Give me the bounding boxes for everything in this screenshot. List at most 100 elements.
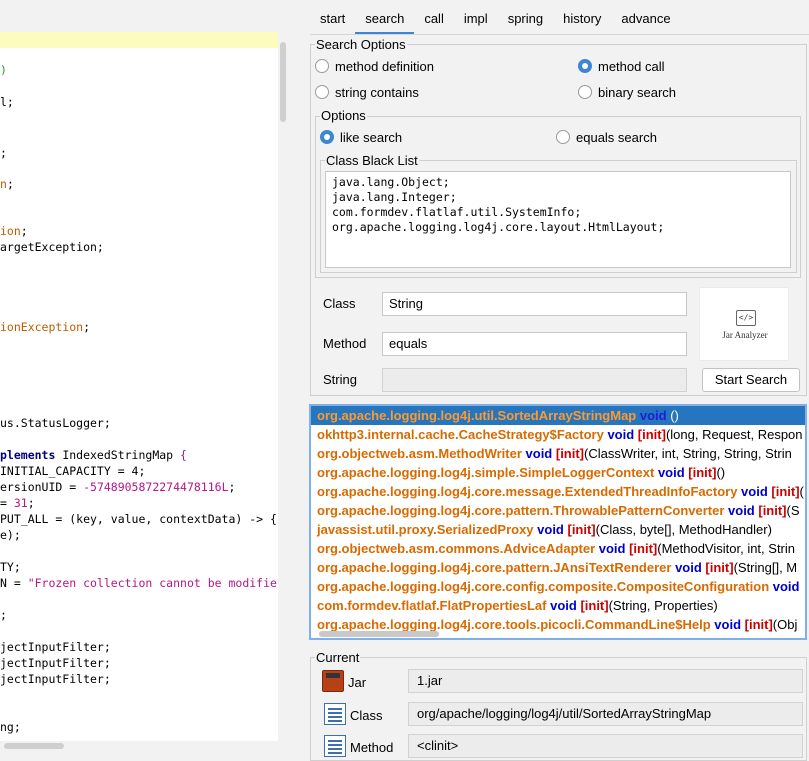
radio-binary-search[interactable]: binary search bbox=[578, 83, 676, 101]
result-row[interactable]: org.apache.logging.log4j.core.pattern.JA… bbox=[311, 558, 805, 577]
result-cls: org.apache.logging.log4j.core.config.com… bbox=[317, 579, 770, 594]
code-token: = bbox=[0, 496, 14, 510]
code-token: 31 bbox=[13, 496, 28, 510]
radio-circle-selected[interactable] bbox=[320, 130, 334, 144]
result-method: [init] bbox=[767, 484, 800, 499]
code-line: jectInputFilter; bbox=[0, 655, 111, 671]
main-tabs: start search call impl spring history ad… bbox=[310, 0, 681, 34]
radio-method-call[interactable]: method call bbox=[578, 57, 664, 75]
code-token: "Frozen collection cannot be modifie bbox=[27, 576, 277, 590]
tab-spring[interactable]: spring bbox=[498, 0, 553, 34]
code-horizontal-scrollbar[interactable] bbox=[0, 741, 278, 751]
code-line: ) bbox=[0, 62, 7, 78]
code-line: ion; bbox=[0, 223, 28, 239]
current-class-field[interactable]: org/apache/logging/log4j/util/SortedArra… bbox=[408, 702, 803, 726]
radio-method-definition[interactable]: method definition bbox=[315, 57, 434, 75]
code-token: ng; bbox=[0, 720, 21, 734]
code-token: ) bbox=[0, 63, 7, 77]
class-input[interactable]: String bbox=[382, 292, 687, 316]
result-ret: void bbox=[521, 446, 553, 461]
code-vertical-scrollbar[interactable] bbox=[278, 32, 288, 741]
tab-history[interactable]: history bbox=[553, 0, 611, 34]
result-args: (long, Request, Respon bbox=[665, 427, 803, 442]
result-row[interactable]: org.apache.logging.log4j.core.message.Ex… bbox=[311, 482, 805, 501]
result-cls: org.apache.logging.log4j.core.pattern.Th… bbox=[317, 503, 725, 518]
tab-start[interactable]: start bbox=[310, 0, 355, 34]
results-list[interactable]: org.apache.logging.log4j.util.SortedArra… bbox=[309, 404, 807, 640]
black-list-textarea[interactable]: java.lang.Object; java.lang.Integer; com… bbox=[325, 171, 791, 268]
code-token: ; bbox=[27, 496, 35, 510]
current-jar-field[interactable]: 1.jar bbox=[408, 669, 803, 693]
tab-impl[interactable]: impl bbox=[454, 0, 498, 34]
scrollbar-thumb[interactable] bbox=[280, 42, 286, 122]
radio-circle-selected[interactable] bbox=[578, 59, 592, 73]
result-row[interactable]: org.objectweb.asm.commons.AdviceAdapter … bbox=[311, 539, 805, 558]
code-line: jectInputFilter; bbox=[0, 639, 111, 655]
code-token: ersionUID = bbox=[0, 480, 84, 494]
tab-search[interactable]: search bbox=[355, 0, 415, 34]
radio-circle[interactable] bbox=[556, 130, 570, 144]
result-args: () bbox=[666, 408, 679, 423]
code-line: ersionUID = -5748905872274478116L; bbox=[0, 479, 235, 495]
radio-circle[interactable] bbox=[315, 85, 329, 99]
jar-analyzer-logo: </> Jar Analyzer bbox=[699, 287, 789, 361]
results-horizontal-scrollbar[interactable] bbox=[309, 629, 807, 639]
result-row[interactable]: org.objectweb.asm.MethodWriter void [ini… bbox=[311, 444, 805, 463]
code-line: ionException; bbox=[0, 319, 90, 335]
result-row[interactable]: okhttp3.internal.cache.CacheStrategy$Fac… bbox=[311, 425, 805, 444]
code-token: ; bbox=[6, 177, 14, 191]
radio-like-search[interactable]: like search bbox=[320, 128, 402, 146]
result-ret: void bbox=[636, 408, 667, 423]
result-cls: org.apache.logging.log4j.core.message.Ex… bbox=[317, 484, 738, 499]
code-view[interactable]: ) l;; n; ion; argetException; ionException; us… bbox=[0, 32, 278, 741]
result-cls: org.apache.logging.log4j.util.SortedArra… bbox=[317, 408, 637, 423]
scrollbar-thumb[interactable] bbox=[319, 631, 439, 637]
result-ret: void bbox=[546, 598, 577, 613]
radio-equals-search[interactable]: equals search bbox=[556, 128, 657, 146]
code-line: = 31; bbox=[0, 495, 35, 511]
string-input[interactable] bbox=[382, 368, 687, 392]
radio-circle[interactable] bbox=[315, 59, 329, 73]
code-line: jectInputFilter; bbox=[0, 671, 111, 687]
result-row[interactable]: org.apache.logging.log4j.core.pattern.Th… bbox=[311, 501, 805, 520]
radio-label: like search bbox=[340, 129, 403, 145]
result-method: [init] bbox=[701, 560, 734, 575]
result-ret: void bbox=[671, 560, 702, 575]
result-row[interactable]: org.apache.logging.log4j.core.config.com… bbox=[311, 577, 805, 596]
result-cls: org.objectweb.asm.commons.AdviceAdapter bbox=[317, 541, 596, 556]
result-ret: void bbox=[595, 541, 626, 556]
radio-string-contains[interactable]: string contains bbox=[315, 83, 419, 101]
start-search-button[interactable]: Start Search bbox=[702, 368, 800, 392]
class-file-icon bbox=[324, 703, 346, 725]
current-method-field[interactable]: <clinit> bbox=[408, 734, 803, 758]
result-row[interactable]: org.apache.logging.log4j.simple.SimpleLo… bbox=[311, 463, 805, 482]
code-editor-panel: ) l;; n; ion; argetException; ionException; us… bbox=[0, 0, 290, 761]
jar-icon bbox=[322, 670, 344, 692]
result-args: () bbox=[716, 465, 726, 480]
code-token: plements bbox=[0, 448, 56, 462]
result-row[interactable]: javassist.util.proxy.SerializedProxy voi… bbox=[311, 520, 805, 539]
current-jar-label: Jar bbox=[348, 675, 367, 690]
tab-advance[interactable]: advance bbox=[611, 0, 680, 34]
code-line: argetException; bbox=[0, 239, 104, 255]
options-title: Options bbox=[320, 108, 367, 123]
code-token: l; bbox=[0, 95, 14, 109]
tab-call[interactable]: call bbox=[414, 0, 454, 34]
result-method: [init] bbox=[563, 522, 596, 537]
method-input[interactable]: equals bbox=[382, 332, 687, 356]
result-ret: void bbox=[654, 465, 685, 480]
result-cls: org.objectweb.asm.MethodWriter bbox=[317, 446, 522, 461]
black-list-title: Class Black List bbox=[325, 153, 419, 168]
radio-circle[interactable] bbox=[578, 85, 592, 99]
code-line: ; bbox=[0, 607, 7, 623]
scrollbar-thumb[interactable] bbox=[4, 743, 64, 749]
result-args: (Class, byte[], MethodHandler) bbox=[595, 522, 772, 537]
code-token: ; bbox=[0, 146, 7, 160]
result-row[interactable]: org.apache.logging.log4j.util.SortedArra… bbox=[311, 406, 805, 425]
code-line: ng; bbox=[0, 719, 21, 735]
result-args: (ClassWriter, int, String, String, Strin bbox=[584, 446, 792, 461]
current-line-highlight bbox=[0, 32, 278, 48]
code-token: us.StatusLogger; bbox=[0, 416, 111, 430]
code-token: ; bbox=[0, 608, 7, 622]
result-row[interactable]: com.formdev.flatlaf.FlatPropertiesLaf vo… bbox=[311, 596, 805, 615]
